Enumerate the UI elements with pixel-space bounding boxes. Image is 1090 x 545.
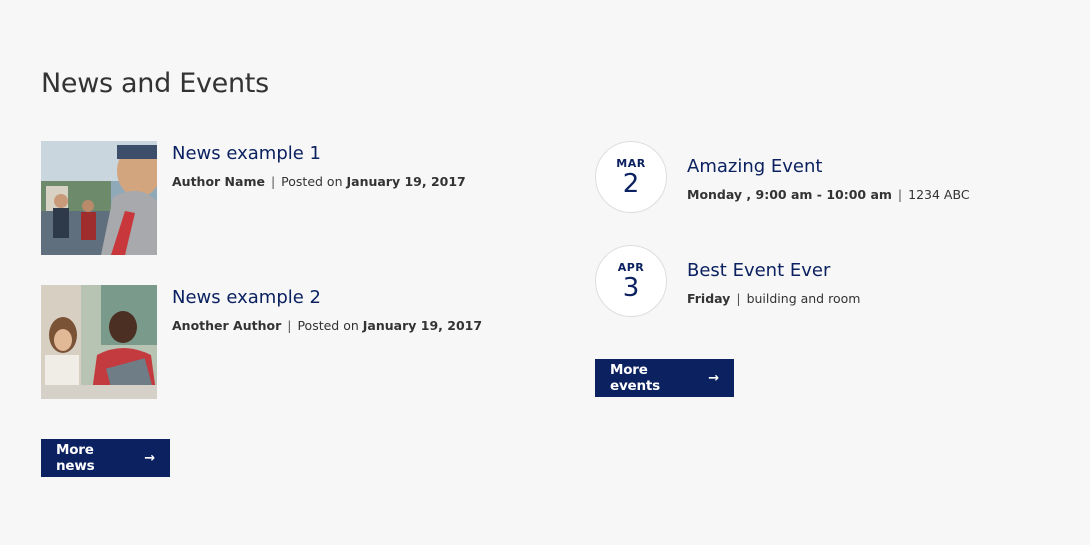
news-item: News example 2 Another Author | Posted on … <box>41 285 521 399</box>
event-date-badge: MAR 2 <box>595 141 667 213</box>
meta-separator: | <box>736 291 741 306</box>
meta-separator: | <box>287 318 292 333</box>
news-title-link[interactable]: News example 1 <box>172 143 321 164</box>
arrow-right-icon: → <box>144 450 155 466</box>
news-meta: Author Name | Posted on January 19, 2017 <box>172 174 466 189</box>
news-title-link[interactable]: News example 2 <box>172 287 321 308</box>
event-time: Friday <box>687 291 731 306</box>
arrow-right-icon: → <box>708 370 719 386</box>
event-meta: Friday | building and room <box>687 291 860 306</box>
more-events-label: More events <box>610 362 661 394</box>
news-author: Another Author <box>172 318 282 333</box>
event-time: Monday , 9:00 am - 10:00 am <box>687 187 892 202</box>
news-date: January 19, 2017 <box>362 318 483 333</box>
section-title: News and Events <box>41 68 269 99</box>
news-date: January 19, 2017 <box>346 174 466 189</box>
event-day: 3 <box>622 273 640 303</box>
meta-separator: | <box>270 174 276 189</box>
news-thumbnail-image[interactable] <box>41 285 157 399</box>
event-title-link[interactable]: Best Event Ever <box>687 260 830 281</box>
event-location: building and room <box>746 291 861 306</box>
event-location: 1234 ABC <box>908 187 970 202</box>
event-item: APR 3 Best Event Ever Friday | building an… <box>595 245 1075 319</box>
event-date-badge: APR 3 <box>595 245 667 317</box>
meta-separator: | <box>897 187 903 202</box>
news-author: Author Name <box>172 174 265 189</box>
event-meta: Monday , 9:00 am - 10:00 am | 1234 ABC <box>687 187 970 202</box>
posted-on-label: Posted on <box>297 318 359 333</box>
more-news-button[interactable]: More news → <box>41 439 170 477</box>
news-item: News example 1 Author Name | Posted on Jan… <box>41 141 521 255</box>
event-day: 2 <box>622 169 640 199</box>
more-news-label: More news <box>56 442 95 474</box>
news-meta: Another Author | Posted on January 19, 201… <box>172 318 482 333</box>
event-title-link[interactable]: Amazing Event <box>687 156 822 177</box>
more-events-button[interactable]: More events → <box>595 359 734 397</box>
event-item: MAR 2 Amazing Event Monday , 9:00 am - 1… <box>595 141 1075 215</box>
news-thumbnail-image[interactable] <box>41 141 157 255</box>
posted-on-label: Posted on <box>281 174 343 189</box>
